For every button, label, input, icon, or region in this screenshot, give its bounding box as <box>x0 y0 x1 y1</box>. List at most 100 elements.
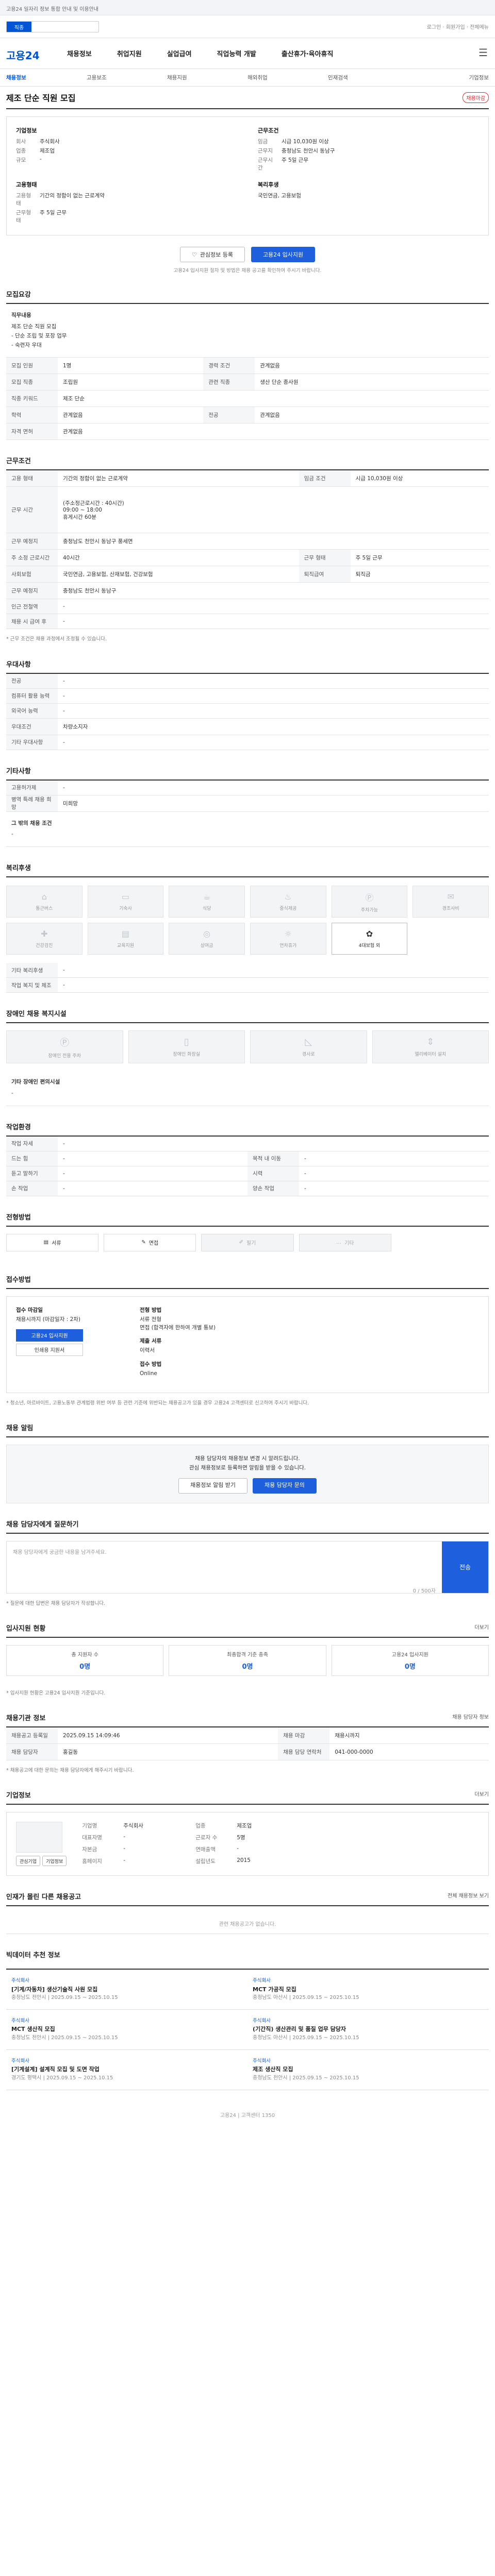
table-key: 목적 내 이동 <box>248 1151 299 1166</box>
table-value: 1명 <box>58 358 204 375</box>
table-row: 듣고 말하기 - 시력 - <box>6 1166 489 1181</box>
info-key: 홈페이지 <box>82 1858 102 1865</box>
table-key: 주 소정 근로시간 <box>6 549 58 567</box>
subnav-item[interactable]: 기업정보 <box>408 74 489 81</box>
stat-value: 0명 <box>404 1663 416 1671</box>
book-icon: ▤ <box>121 929 130 939</box>
recommend-item[interactable]: 주식회사 (기간직) 생산관리 및 품질 업무 담당자 충청남도 아산시 | 202… <box>248 2010 489 2050</box>
table-key: 직종 키워드 <box>6 390 58 408</box>
gnb-item[interactable]: 출산휴가·육아휴직 <box>282 48 334 58</box>
table-row: 모집 직종 조립원 관련 직종 생산 단순 종사원 <box>6 374 489 391</box>
site-logo[interactable]: 고용24 <box>6 47 40 62</box>
table-value: - <box>58 1151 248 1166</box>
company-info-button[interactable]: 기업정보 <box>42 1856 67 1867</box>
work-note: * 근무 조건은 채용 과정에서 조정될 수 있습니다. <box>6 636 107 642</box>
summary-value: 주식회사 <box>40 139 60 145</box>
gnb-item[interactable]: 직업능력 개발 <box>217 48 256 58</box>
etc-icon: … <box>336 1240 341 1246</box>
search-box[interactable]: 직종 <box>6 21 99 32</box>
method-label: 서류 <box>52 1241 61 1247</box>
alarm-subscribe-button[interactable]: 채용정보 알림 받기 <box>178 1478 248 1494</box>
subnav-item[interactable]: 채용지원 <box>167 74 248 81</box>
table-value: 시급 10,030원 이상 <box>350 470 489 487</box>
subnav-item[interactable]: 고용보조 <box>87 74 167 81</box>
table-row: 사회보험 국민연금, 고용보험, 산재보험, 건강보험 퇴직급여 퇴직금 <box>6 566 489 583</box>
util-links[interactable]: 로그인 · 회원가입 · 전체메뉴 <box>427 23 489 30</box>
recommend-item[interactable]: 주식회사 MCT 생산직 모집 충청남도 천안시 | 2025.09.15 ~ 20… <box>6 2010 248 2050</box>
alarm-text: 채용 담당자의 채용정보 변경 시 알려드립니다. 관심 채용정보로 등록하면 … <box>189 1455 306 1471</box>
table-value: 제조 단순 <box>58 390 489 408</box>
etc-sub-value: - <box>11 831 13 838</box>
status-badge: 채용마감 <box>463 92 489 103</box>
stats-more-link[interactable]: 더보기 <box>474 1623 489 1631</box>
info-key: 업종 <box>195 1823 206 1829</box>
table-row: 학력 관계없음 전공 관계없음 <box>6 406 489 424</box>
recommend-item[interactable]: 주식회사 [기계설계] 설계직 모집 및 도면 작업 경기도 평택시 | 2025.… <box>6 2050 248 2090</box>
alarm-box: 채용 담당자의 채용정보 변경 시 알려드립니다. 관심 채용정보로 등록하면 … <box>6 1445 489 1503</box>
welfare-label: 기숙사 <box>119 906 132 912</box>
table-key: 기타 우대사항 <box>6 735 58 750</box>
table-value: - <box>58 735 489 750</box>
section-title: 우대사항 <box>6 659 489 674</box>
table-row: 근무 예정지 충청남도 천안시 동남구 <box>6 582 489 600</box>
table-value: 조립원 <box>58 374 204 391</box>
table-value: - <box>58 614 489 630</box>
favorite-company-button[interactable]: 관심기업 <box>16 1856 41 1867</box>
qa-section: 채용 담당자에게 질문하기 채용 담당자에게 궁금한 내용을 남겨주세요. 0 … <box>6 1519 489 1607</box>
recommend-title: 제조 생산직 모집 <box>253 2066 293 2073</box>
disability-label: 경사로 <box>302 1052 315 1058</box>
manager-more-link[interactable]: 채용 담당자 정보 <box>452 1713 489 1720</box>
welfare-item: Ⓟ 주차가능 <box>331 886 408 918</box>
disability-label: 장애인 전용 주차 <box>48 1053 81 1059</box>
welfare-item: ✿ 4대보험 외 <box>331 923 408 955</box>
recommend-item[interactable]: 주식회사 제조 생산직 모집 충청남도 천안시 | 2025.09.15 ~ 202… <box>248 2050 489 2090</box>
gnb-item[interactable]: 채용정보 <box>67 48 92 58</box>
table-value: 2025.09.15 14:09:46 <box>58 1727 278 1744</box>
company-logo-col: 관심기업 기업정보 <box>16 1822 67 1867</box>
etc-table: 고용허가제 - 병역 특례 채용 희망 미희망 <box>6 780 489 812</box>
company-more-link[interactable]: 더보기 <box>474 1790 489 1798</box>
table-key: 고용허가제 <box>6 780 58 795</box>
table-value: 041-000-0000 <box>329 1743 489 1761</box>
alarm-contact-button[interactable]: 채용 담당자 문의 <box>253 1478 317 1494</box>
section-title: 채용 알림 <box>6 1422 489 1438</box>
table-key: 우대조건 <box>6 718 58 735</box>
section-title: 모집요강 <box>6 289 489 304</box>
hamburger-icon[interactable]: ☰ <box>478 46 488 59</box>
summary-key: 근무지 <box>258 148 273 154</box>
apply-online-button[interactable]: 고용24 입사지원 <box>16 1329 83 1342</box>
stat-card: 총 지원자 수 0명 <box>6 1645 164 1676</box>
summary-value: 충청남도 천안시 동남구 <box>282 148 335 154</box>
job-title: 제조 단순 직원 모집 <box>6 93 76 103</box>
subnav-item[interactable]: 인재검색 <box>328 74 408 81</box>
scrap-button[interactable]: ♡ 관심정보 등록 <box>179 247 245 262</box>
welfare-label: 4대보험 외 <box>358 943 381 949</box>
qa-note: * 질문에 대한 답변은 채용 담당자가 작성합니다. <box>6 1600 105 1606</box>
table-key: 채용 시 급여 후 <box>6 614 58 630</box>
table-key: 임금 조건 <box>299 470 351 487</box>
table-key: 퇴직급여 <box>299 566 351 583</box>
qa-send-button[interactable]: 전송 <box>442 1541 488 1593</box>
subnav-item[interactable]: 채용정보 <box>6 74 87 81</box>
elevator-icon: ⇕ <box>426 1037 435 1048</box>
table-key: 드는 힘 <box>6 1151 58 1166</box>
print-form-button[interactable]: 인쇄용 지원서 <box>16 1343 83 1356</box>
subnav-item[interactable]: 해외취업 <box>248 74 328 81</box>
recommend-item[interactable]: 주식회사 [기계/자동차] 생산기술직 사원 모집 충청남도 천안시 | 2025.… <box>6 1970 248 2010</box>
gnb-item[interactable]: 실업급여 <box>167 48 192 58</box>
apply-button[interactable]: 고용24 입사지원 <box>251 247 316 262</box>
section-title: 채용 담당자에게 질문하기 <box>6 1519 489 1534</box>
table-key: 손 작업 <box>6 1181 58 1196</box>
welfare-section: 복리후생 ⌂ 통근버스 ▭ 기숙사 ☕ 식당 ♨ 중식제공 Ⓟ 주차가능 ✉ 경조사비 ✚ 건강검진 ▤ 교육… <box>6 862 489 993</box>
stat-value: 0명 <box>242 1663 253 1671</box>
table-row: 주 소정 근로시간 40시간 근무 형태 주 5일 근무 <box>6 549 489 567</box>
others-more-link[interactable]: 전체 채용정보 보기 <box>448 1891 489 1899</box>
recommend-company: 주식회사 <box>253 2058 271 2064</box>
recommend-title: MCT 생산직 모집 <box>11 2026 55 2033</box>
table-value: - <box>58 688 489 704</box>
gnb-item[interactable]: 취업지원 <box>117 48 142 58</box>
recommend-item[interactable]: 주식회사 MCT 가공직 모집 충청남도 아산시 | 2025.09.15 ~ 20… <box>248 1970 489 2010</box>
qa-textarea[interactable]: 채용 담당자에게 궁금한 내용을 남겨주세요. 0 / 500자 <box>7 1541 442 1594</box>
table-row: 병역 특례 채용 희망 미희망 <box>6 795 489 812</box>
env-section: 작업환경 작업 자세 - 드는 힘 - 목적 내 이동 - 듣고 말하기 - 시력 - 손 작… <box>6 1122 489 1196</box>
